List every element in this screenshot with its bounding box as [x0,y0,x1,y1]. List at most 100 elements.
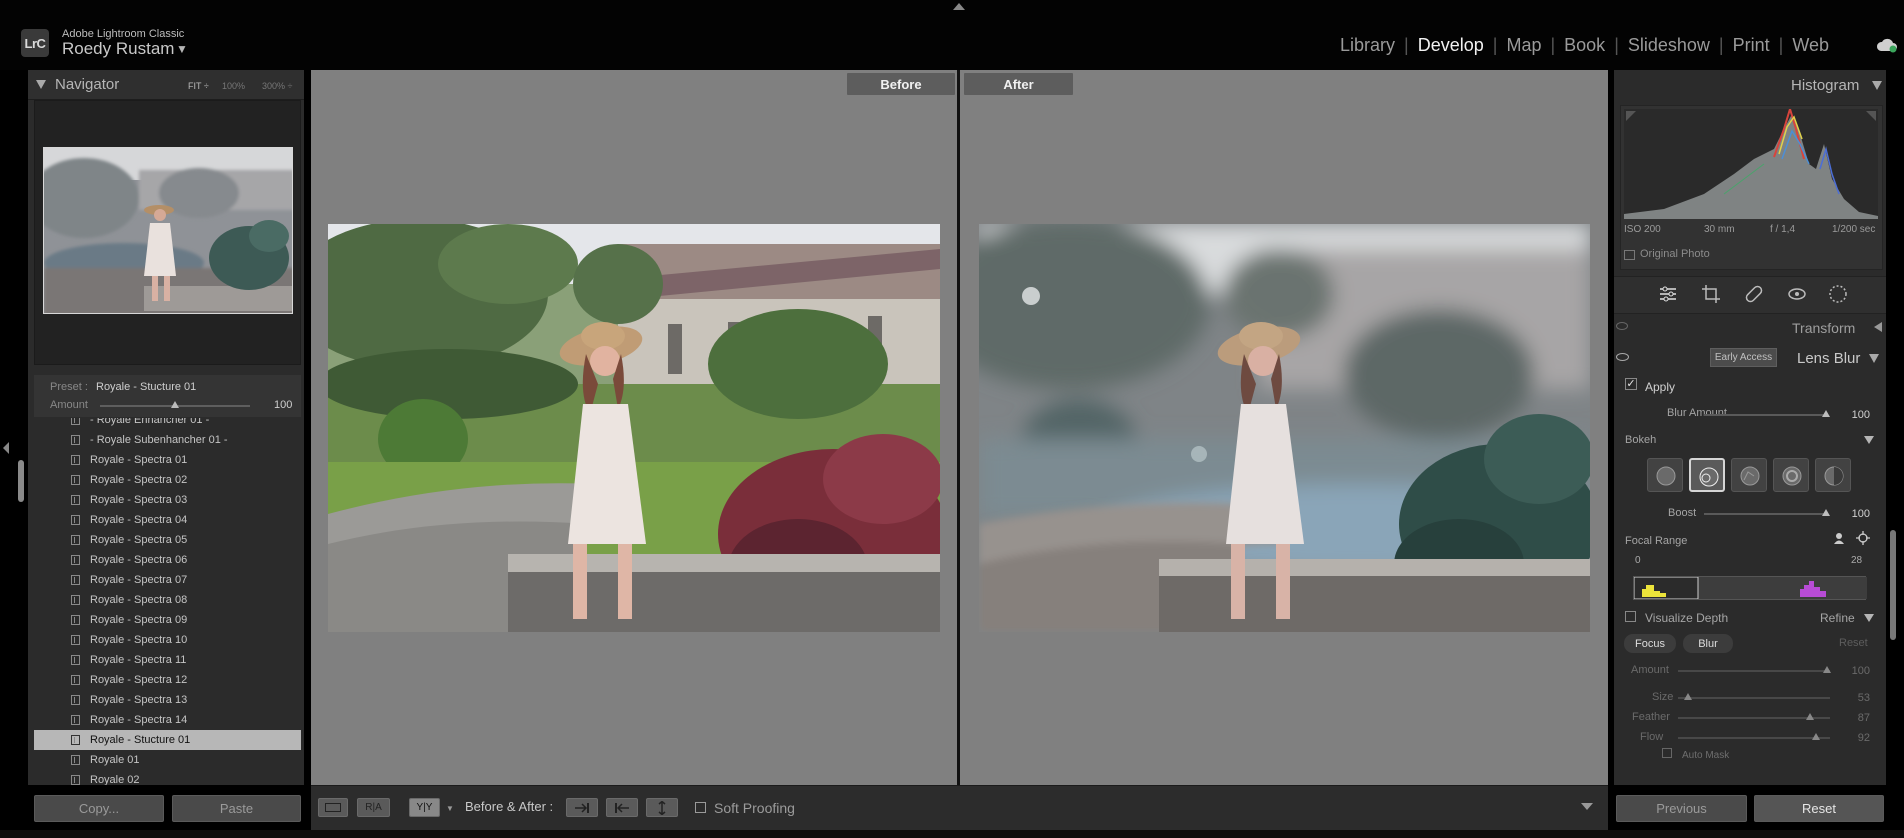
module-slideshow[interactable]: Slideshow [1619,35,1719,56]
before-after-left-right-button[interactable]: R|A [357,798,390,817]
swap-before-after-button[interactable] [646,798,678,817]
navigator-collapse-icon[interactable] [36,80,46,89]
soft-proofing-checkbox[interactable] [695,802,706,813]
refine-label[interactable]: Refine [1820,611,1855,625]
collapse-top-panel-icon[interactable] [953,3,965,10]
preset-item[interactable]: Royale - Spectra 14 [34,710,301,730]
identity-caret-icon[interactable]: ▼ [176,42,188,56]
point-focus-target-icon[interactable] [1856,531,1870,545]
crop-icon[interactable] [1700,283,1722,305]
preset-item[interactable]: Royale 02 [34,770,301,785]
original-photo-label[interactable]: Original Photo [1640,248,1710,260]
zoom-fit-option[interactable]: FIT ÷ [188,81,209,91]
auto-mask-checkbox[interactable] [1662,748,1672,758]
refine-amount-slider[interactable] [1678,670,1830,672]
bokeh-circle-button[interactable] [1647,458,1683,492]
transform-expand-icon[interactable] [1874,322,1882,332]
flow-value[interactable]: 92 [1830,732,1870,744]
zoom-100-option[interactable]: 100% [222,81,245,91]
transform-visibility-icon[interactable] [1616,322,1628,330]
refine-collapse-icon[interactable] [1864,614,1874,622]
copy-after-to-before-button[interactable] [606,798,638,817]
preset-item[interactable]: Royale - Spectra 03 [34,490,301,510]
preset-item[interactable]: Royale - Spectra 02 [34,470,301,490]
healing-icon[interactable] [1743,283,1765,305]
navigator-thumbnail[interactable] [43,147,293,314]
module-print[interactable]: Print [1724,35,1779,56]
cloud-sync-icon[interactable] [1876,37,1898,53]
histogram-graph[interactable] [1624,109,1878,219]
edit-sliders-icon[interactable] [1657,283,1679,305]
focal-range-depth-bar[interactable] [1633,576,1867,600]
subject-focus-picker-icon[interactable] [1832,531,1846,545]
left-edge-scrollbar[interactable] [18,460,24,502]
zoom-300-option[interactable]: 300% ÷ [262,81,292,91]
preset-item[interactable]: Royale - Stucture 01 [34,730,301,750]
after-photo[interactable] [979,224,1590,632]
lens-blur-title[interactable]: Lens Blur [1797,350,1860,367]
preset-item[interactable]: Royale - Spectra 08 [34,590,301,610]
flow-knob[interactable] [1812,733,1820,740]
previous-button[interactable]: Previous [1616,795,1747,822]
feather-value[interactable]: 87 [1830,712,1870,724]
collapse-left-panel-icon[interactable] [3,442,9,454]
preset-item[interactable]: Royale - Spectra 01 [34,450,301,470]
preset-amount-value[interactable]: 100 [274,399,292,411]
module-library[interactable]: Library [1331,35,1404,56]
bokeh-ring-button[interactable] [1773,458,1809,492]
auto-mask-label[interactable]: Auto Mask [1682,750,1729,761]
focus-brush-button[interactable]: Focus [1624,634,1676,653]
preset-item[interactable]: - Royale Enhancher 01 - [34,418,301,430]
preset-item[interactable]: Royale - Spectra 13 [34,690,301,710]
preset-item[interactable]: Royale - Spectra 05 [34,530,301,550]
original-photo-checkbox[interactable] [1624,250,1635,260]
blur-brush-button[interactable]: Blur [1683,634,1733,653]
refine-reset-link[interactable]: Reset [1839,637,1868,649]
histogram-title[interactable]: Histogram [1791,77,1859,94]
bokeh-collapse-icon[interactable] [1864,436,1874,444]
feather-knob[interactable] [1806,713,1814,720]
blur-amount-knob[interactable] [1822,410,1830,417]
module-map[interactable]: Map [1497,35,1550,56]
copy-before-to-after-button[interactable] [566,798,598,817]
size-knob[interactable] [1684,693,1692,700]
flow-slider[interactable] [1678,737,1830,739]
preset-item[interactable]: Royale - Spectra 06 [34,550,301,570]
preset-item[interactable]: Royale 01 [34,750,301,770]
size-value[interactable]: 53 [1830,692,1870,704]
paste-button[interactable]: Paste [172,795,301,822]
identity-plate-user[interactable]: Roedy Rustam [62,39,174,59]
module-web[interactable]: Web [1783,35,1838,56]
apply-checkbox[interactable]: ✓ [1625,378,1637,390]
histogram-collapse-icon[interactable] [1872,81,1882,90]
reset-button[interactable]: Reset [1754,795,1884,822]
masking-icon[interactable] [1827,283,1849,305]
before-photo[interactable] [328,224,940,632]
preset-item[interactable]: Royale - Spectra 10 [34,630,301,650]
preset-item[interactable]: Royale - Spectra 04 [34,510,301,530]
bokeh-cat-eye-button[interactable] [1815,458,1851,492]
copy-button[interactable]: Copy... [34,795,164,822]
blur-amount-value[interactable]: 100 [1830,409,1870,421]
bokeh-5-blade-button[interactable] [1731,458,1767,492]
before-after-side-by-side-button[interactable]: Y|Y [409,798,440,817]
preset-item[interactable]: - Royale Subenhancher 01 - [34,430,301,450]
boost-value[interactable]: 100 [1830,508,1870,520]
loupe-view-button[interactable] [318,798,348,817]
bokeh-bubble-button[interactable] [1689,458,1725,492]
preset-item[interactable]: Royale - Spectra 07 [34,570,301,590]
size-slider[interactable] [1678,697,1830,699]
boost-knob[interactable] [1822,509,1830,516]
transform-panel-title[interactable]: Transform [1792,320,1855,336]
lens-blur-visibility-icon[interactable] [1616,353,1629,361]
boost-slider[interactable] [1704,513,1828,515]
preset-item[interactable]: Royale - Spectra 12 [34,670,301,690]
red-eye-icon[interactable] [1786,283,1808,305]
visualize-depth-checkbox[interactable] [1625,611,1636,622]
soft-proofing-label[interactable]: Soft Proofing [714,800,795,816]
right-panel-scrollbar[interactable] [1890,530,1896,640]
lens-blur-collapse-icon[interactable] [1869,354,1879,363]
blur-amount-slider[interactable] [1704,414,1828,416]
apply-label[interactable]: Apply [1645,380,1675,394]
view-mode-dropdown-icon[interactable]: ▼ [446,804,454,813]
